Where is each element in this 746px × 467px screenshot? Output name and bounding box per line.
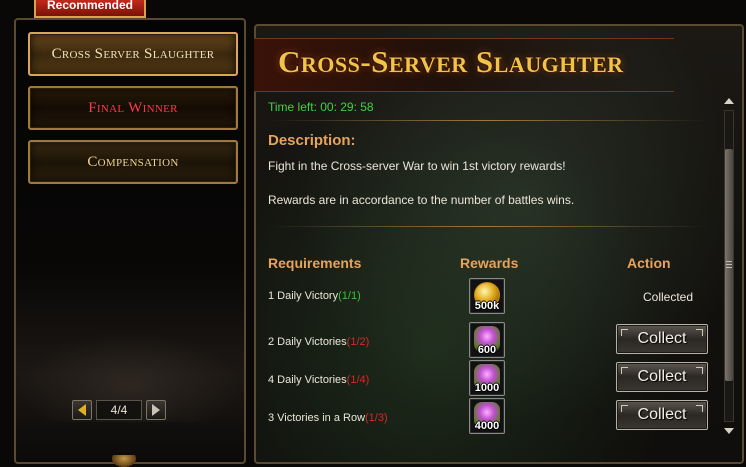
description-line: Rewards are in accordance to the number … [268,193,575,207]
requirement-progress: (1/4) [346,374,370,386]
collect-button-label: Collect [637,330,687,347]
collect-button[interactable]: Collect [616,362,708,392]
collect-button-label: Collect [637,406,687,423]
recommended-tab-label: Recommended [46,0,134,12]
requirement-progress: (1/2) [346,336,370,348]
requirement-text: 1 Daily Victory [268,290,339,302]
description-heading: Description: [268,132,356,149]
scroll-thumb[interactable] [725,149,733,381]
requirement-text: 3 Victories in a Row [268,412,366,424]
divider [268,120,708,121]
reward-amount: 4000 [474,420,500,432]
pager: 4/4 [72,400,166,420]
divider [268,226,708,227]
reward-item[interactable]: 500k [469,278,505,314]
arrow-up-icon [724,98,734,104]
menu-item-label: Final Winner [88,99,178,116]
description-line: Fight in the Cross-server War to win 1st… [268,159,566,173]
requirement-text: 4 Daily Victories [268,374,347,386]
requirement-label: 4 Daily Victories(1/4) [268,374,369,386]
requirement-label: 1 Daily Victory(1/1) [268,290,361,302]
scroll-track[interactable] [724,110,734,422]
page-title: Cross-Server Slaughter [278,44,624,79]
collected-status: Collected [643,290,694,304]
column-header-rewards: Rewards [460,255,519,271]
menu-item-compensation[interactable]: Compensation [28,140,238,184]
arrow-left-icon [78,404,86,416]
column-header-requirements: Requirements [268,255,362,271]
reward-item[interactable]: 600 [469,322,505,358]
reward-amount: 1000 [474,382,500,394]
reward-amount: 500k [474,300,500,312]
pager-prev-button[interactable] [72,400,92,420]
recommended-tab[interactable]: Recommended [34,0,146,18]
left-menu-panel: Cross Server Slaughter Final Winner Comp… [14,18,246,464]
menu-item-label: Compensation [87,153,179,170]
ornament-icon [112,455,136,467]
arrow-right-icon [152,404,160,416]
menu-item-cross-server-slaughter[interactable]: Cross Server Slaughter [28,32,238,76]
arrow-down-icon [724,428,734,434]
pager-next-button[interactable] [146,400,166,420]
column-header-action: Action [627,255,671,271]
grip-icon [726,261,732,269]
requirement-label: 3 Victories in a Row(1/3) [268,412,388,424]
reward-amount: 600 [477,344,497,356]
scroll-down-button[interactable] [724,426,734,436]
scrollbar[interactable] [722,96,736,436]
pager-page-indicator: 4/4 [96,400,142,420]
scroll-up-button[interactable] [724,96,734,106]
reward-item[interactable]: 4000 [469,398,505,434]
menu-item-label: Cross Server Slaughter [51,45,215,62]
collect-button-label: Collect [637,368,687,385]
requirement-progress: (1/3) [365,412,388,424]
requirement-progress: (1/1) [338,290,361,302]
reward-item[interactable]: 1000 [469,360,505,396]
requirement-text: 2 Daily Victories [268,336,347,348]
collect-button[interactable]: Collect [616,324,708,354]
requirement-label: 2 Daily Victories(1/2) [268,336,369,348]
menu-item-final-winner[interactable]: Final Winner [28,86,238,130]
collect-button[interactable]: Collect [616,400,708,430]
time-left: Time left: 00: 29: 58 [268,100,374,114]
